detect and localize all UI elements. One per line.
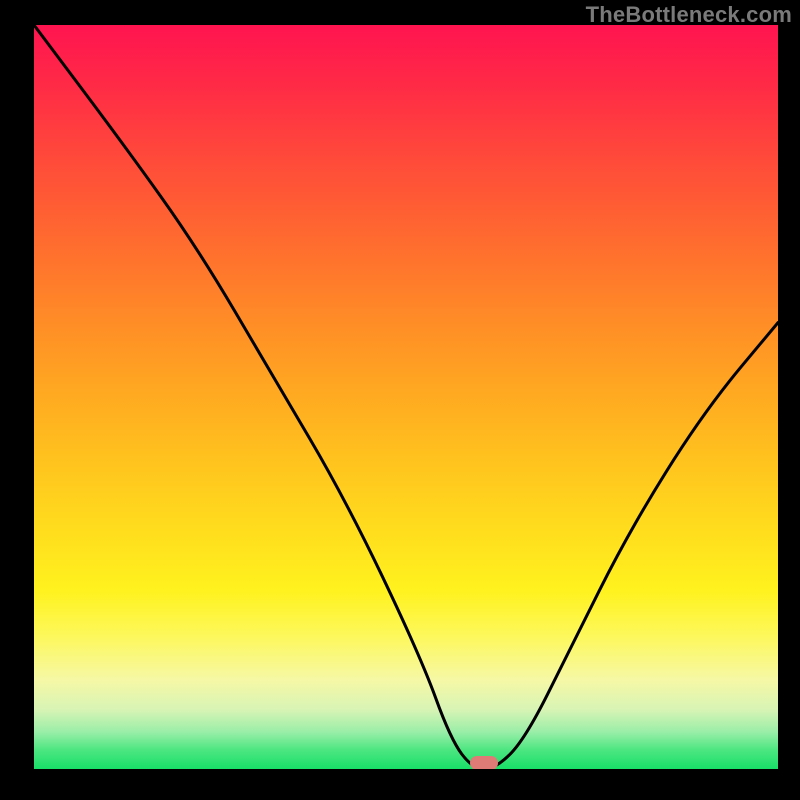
bottleneck-curve xyxy=(34,25,778,769)
chart-frame: TheBottleneck.com xyxy=(0,0,800,800)
optimal-point-marker xyxy=(470,756,498,769)
curve-path xyxy=(34,25,778,769)
plot-area xyxy=(34,25,778,769)
watermark-text: TheBottleneck.com xyxy=(586,2,792,28)
